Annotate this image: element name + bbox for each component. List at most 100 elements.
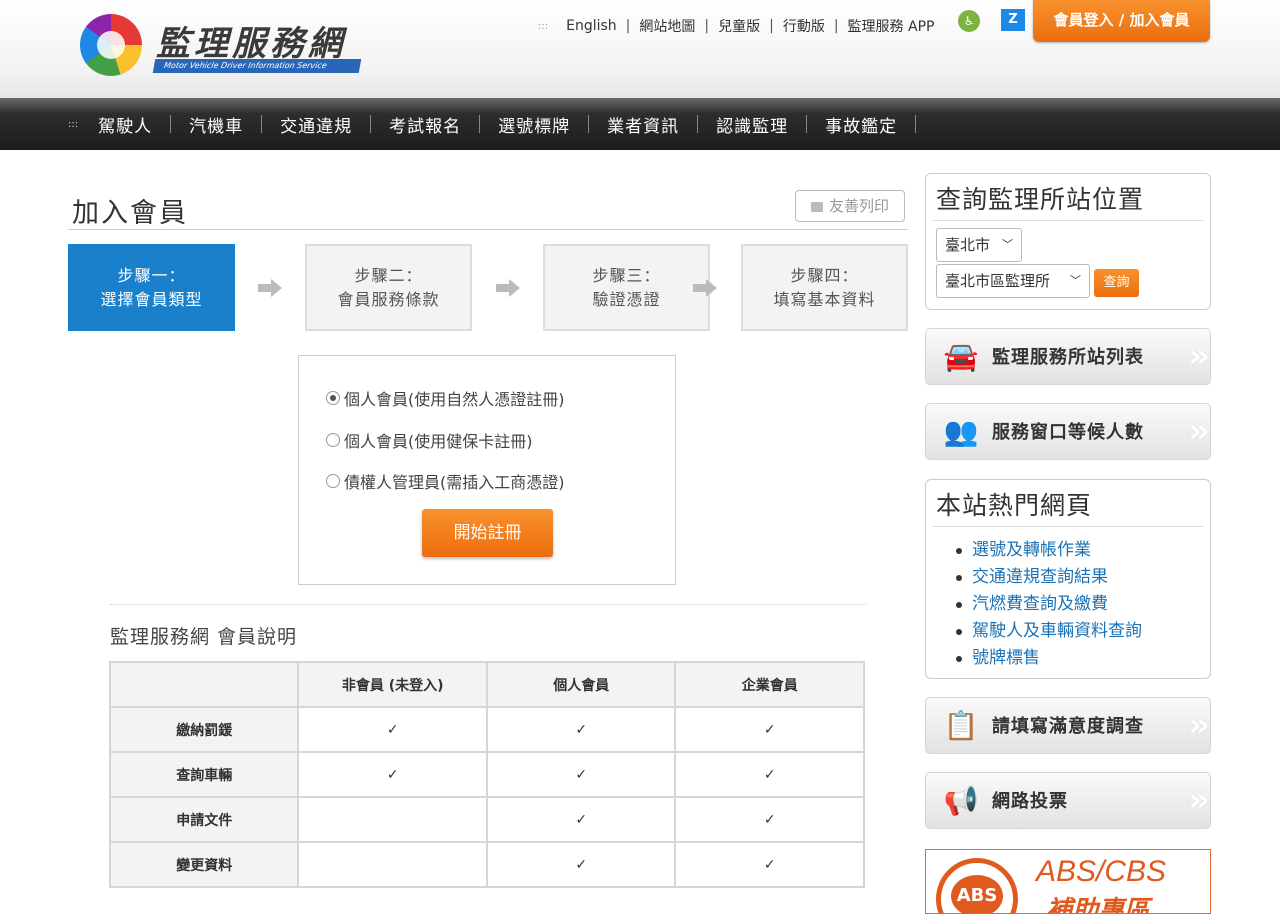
station-locator-title: 查詢監理所站位置: [936, 185, 1145, 214]
abs-badge-icon: ABS: [936, 858, 1018, 913]
station-locator-panel: 查詢監理所站位置 臺北市 ﹀ 臺北市區監理所 ﹀ 查詢: [925, 173, 1211, 310]
site-title: 監理服務網: [156, 24, 346, 64]
step-arrow-icon: [693, 279, 717, 297]
step-1-number: 步驟一：: [117, 265, 186, 285]
station-select[interactable]: 臺北市區監理所 ﹀: [936, 264, 1090, 298]
option-label: 個人會員(使用健保卡註冊): [344, 432, 533, 451]
site-subtitle: Motor Vehicle Driver Information Service: [152, 59, 362, 73]
member-login-button[interactable]: 會員登入 / 加入會員: [1033, 0, 1210, 42]
step-4-number: 步驟四：: [790, 265, 859, 285]
table-cell: ✓: [674, 841, 865, 888]
link-english[interactable]: English: [566, 18, 617, 34]
nav-item-driver[interactable]: 駕駛人: [98, 112, 152, 137]
nav-item-vehicle[interactable]: 汽機車: [189, 112, 243, 137]
accessibility-icon[interactable]: ♿: [958, 10, 980, 32]
table-cell: ✓: [674, 796, 865, 843]
step-2: 步驟二： 會員服務條款: [305, 244, 472, 331]
abs-ad-title: ABS/CBS: [1036, 855, 1167, 888]
step-3-label: 驗證憑證: [592, 289, 661, 309]
double-chevron-right-icon: »: [1188, 705, 1210, 745]
table-header: 企業會員: [674, 661, 865, 708]
row-label: 繳納罰鍰: [108, 706, 300, 753]
radio-checked-icon[interactable]: [326, 391, 340, 405]
table-cell: ✓: [485, 751, 677, 798]
city-select[interactable]: 臺北市 ﹀: [936, 228, 1022, 262]
link-kids[interactable]: 兒童版: [718, 16, 760, 36]
table-cell: ✓: [297, 751, 488, 798]
document-icon: 📋: [943, 709, 979, 742]
abs-cbs-ad-banner[interactable]: ABS ABS/CBS 補助專區: [925, 849, 1211, 914]
hot-link[interactable]: 駕駛人及車輛資料查詢: [956, 618, 1210, 645]
nav-item-business[interactable]: 業者資訊: [607, 112, 679, 137]
step-4: 步驟四： 填寫基本資料: [741, 244, 908, 331]
table-cell: ✓: [485, 796, 677, 843]
table-header: [108, 661, 300, 708]
radio-icon[interactable]: [326, 433, 340, 447]
nav-item-about[interactable]: 認識監理: [716, 112, 788, 137]
people-icon: 👥: [943, 415, 979, 448]
abs-badge-text: ABS: [951, 875, 1003, 913]
car-icon: 🚘: [943, 340, 979, 373]
radio-icon[interactable]: [326, 474, 340, 488]
hot-link[interactable]: 汽燃費查詢及繳費: [956, 591, 1210, 618]
main-nav: ::: 駕駛人 汽機車 交通違規 考試報名 選號標牌 業者資訊 認識監理 事故鑑…: [0, 98, 1280, 150]
banner-station-list[interactable]: 🚘 監理服務所站列表 »: [925, 328, 1211, 385]
megaphone-icon: 📢: [943, 784, 979, 817]
table-cell: [297, 796, 488, 843]
double-chevron-right-icon: »: [1188, 411, 1210, 451]
table-header: 個人會員: [485, 661, 677, 708]
option-creditor-admin[interactable]: 債權人管理員(需插入工商憑證): [326, 469, 565, 493]
step-3: 步驟三： 驗證憑證: [543, 244, 710, 331]
link-sitemap[interactable]: 網站地圖: [639, 16, 695, 36]
nav-item-plates[interactable]: 選號標牌: [498, 112, 570, 137]
banner-label: 請填寫滿意度調查: [992, 716, 1144, 737]
top-links-dots: :::: [538, 20, 549, 32]
hot-link[interactable]: 號牌標售: [956, 645, 1210, 672]
nav-item-accident[interactable]: 事故鑑定: [825, 112, 897, 137]
abs-ad-subtitle: 補助專區: [1046, 896, 1151, 914]
print-label: 友善列印: [828, 197, 889, 215]
page-title: 加入會員: [72, 198, 188, 229]
table-cell: ✓: [674, 706, 865, 753]
table-cell: ✓: [485, 706, 677, 753]
member-comparison-table: 非會員 (未登入) 個人會員 企業會員 繳納罰鍰 ✓ ✓ ✓ 查詢車輛 ✓ ✓ …: [108, 661, 865, 888]
print-button[interactable]: 友善列印: [795, 190, 905, 222]
step-2-number: 步驟二：: [354, 265, 423, 285]
step-arrow-icon: [496, 279, 520, 297]
station-query-button[interactable]: 查詢: [1094, 269, 1139, 297]
step-4-label: 填寫基本資料: [773, 289, 876, 309]
banner-survey[interactable]: 📋 請填寫滿意度調查 »: [925, 697, 1211, 754]
row-label: 申請文件: [108, 796, 300, 843]
table-cell: ✓: [674, 751, 865, 798]
option-personal-health[interactable]: 個人會員(使用健保卡註冊): [326, 428, 533, 452]
top-links: ::: English | 網站地圖 | 兒童版 | 行動版 | 監理服務 AP…: [538, 16, 935, 36]
banner-label: 網路投票: [992, 791, 1068, 812]
chevron-down-icon: ﹀: [1002, 238, 1013, 251]
hot-link[interactable]: 交通違規查詢結果: [956, 564, 1210, 591]
banner-waiting-count[interactable]: 👥 服務窗口等候人數 »: [925, 403, 1211, 460]
hot-pages-title: 本站熱門網頁: [936, 491, 1093, 520]
banner-online-vote[interactable]: 📢 網路投票 »: [925, 772, 1211, 829]
hot-link[interactable]: 選號及轉帳作業: [956, 537, 1210, 564]
member-info-title: 監理服務網 會員說明: [110, 626, 298, 648]
banner-label: 監理服務所站列表: [992, 347, 1144, 368]
double-chevron-right-icon: »: [1188, 780, 1210, 820]
option-label: 個人會員(使用自然人憑證註冊): [344, 390, 565, 409]
table-cell: ✓: [485, 841, 677, 888]
site-logo[interactable]: 監理服務網 Motor Vehicle Driver Information S…: [80, 14, 370, 80]
site-header: 監理服務網 Motor Vehicle Driver Information S…: [0, 0, 1280, 98]
row-label: 變更資料: [108, 841, 300, 888]
option-personal-citizen[interactable]: 個人會員(使用自然人憑證註冊): [326, 386, 565, 410]
step-1-label: 選擇會員類型: [100, 289, 203, 309]
step-2-label: 會員服務條款: [337, 289, 440, 309]
qr-app-icon[interactable]: Z: [1001, 9, 1025, 31]
step-1: 步驟一： 選擇會員類型: [68, 244, 235, 331]
nav-item-exam[interactable]: 考試報名: [389, 112, 461, 137]
step-arrow-icon: [258, 279, 282, 297]
link-mobile[interactable]: 行動版: [783, 16, 825, 36]
link-app[interactable]: 監理服務 APP: [848, 16, 935, 36]
nav-item-violation[interactable]: 交通違規: [280, 112, 352, 137]
table-cell: ✓: [297, 706, 488, 753]
start-register-button[interactable]: 開始註冊: [422, 509, 553, 557]
option-label: 債權人管理員(需插入工商憑證): [344, 473, 565, 492]
